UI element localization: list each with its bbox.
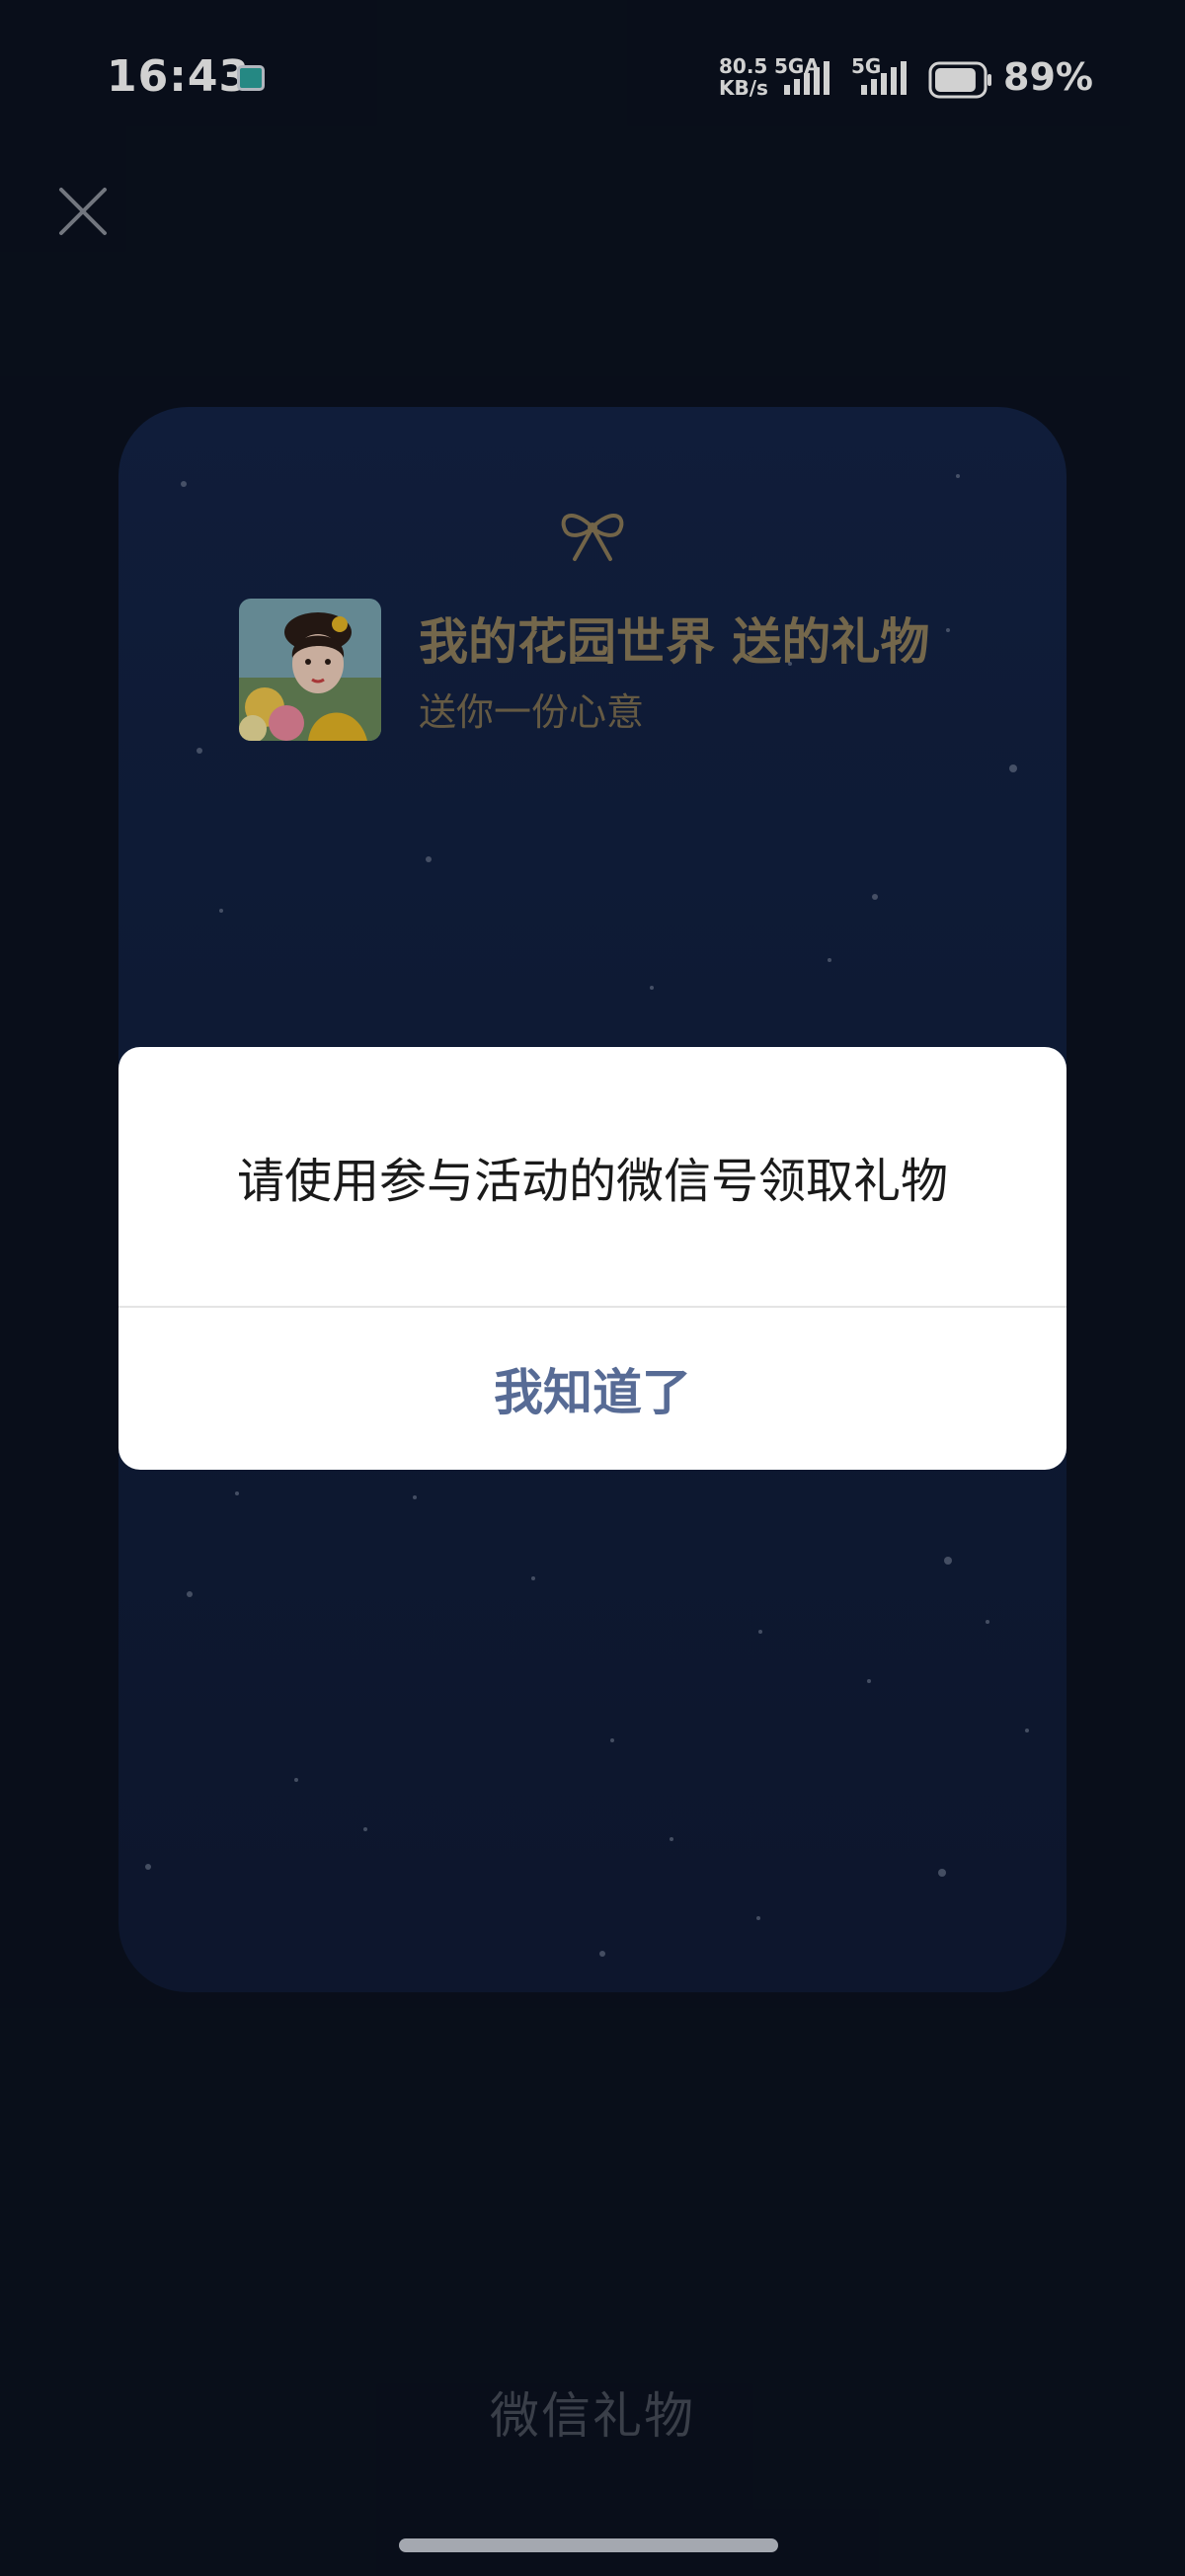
alert-dialog: 请使用参与活动的微信号领取礼物 我知道了 [118, 1047, 1066, 1470]
home-indicator[interactable] [399, 2538, 778, 2552]
acknowledge-button[interactable]: 我知道了 [118, 1308, 1066, 1470]
footer-brand: 微信礼物 [490, 2387, 695, 2445]
dialog-message: 请使用参与活动的微信号领取礼物 [236, 1154, 948, 1209]
